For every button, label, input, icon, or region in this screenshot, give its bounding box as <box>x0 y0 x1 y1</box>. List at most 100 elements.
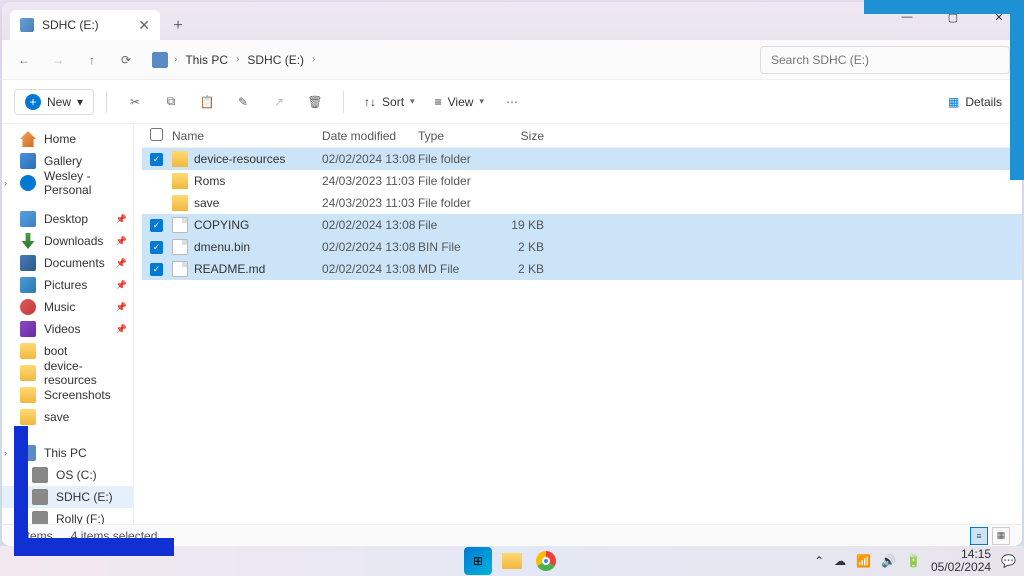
details-view-icon[interactable]: ≡ <box>970 527 988 545</box>
file-size: 2 KB <box>496 240 544 254</box>
file-row[interactable]: ✓COPYING02/02/2024 13:08File19 KB <box>142 214 1022 236</box>
paste-icon[interactable]: 📋 <box>191 86 223 118</box>
pin-icon: 📌 <box>116 302 127 313</box>
file-type: File folder <box>418 174 496 188</box>
chrome-app-icon[interactable] <box>532 547 560 575</box>
chevron-right-icon: › <box>174 54 177 65</box>
battery-icon[interactable]: 🔋 <box>906 554 921 568</box>
up-button[interactable]: ↑ <box>76 44 108 76</box>
file-type: File <box>418 218 496 232</box>
column-date[interactable]: Date modified <box>322 129 418 143</box>
chevron-right-icon: › <box>236 54 239 65</box>
sidebar-item-label: Desktop <box>44 212 88 226</box>
view-button[interactable]: ≡ View ▾ <box>427 91 492 113</box>
pin-icon: 📌 <box>116 280 127 291</box>
row-checkbox[interactable]: ✓ <box>150 241 172 254</box>
breadcrumb[interactable]: › This PC › SDHC (E:) › <box>152 49 758 71</box>
sidebar-item[interactable]: Music📌 <box>2 296 133 318</box>
breadcrumb-segment[interactable]: SDHC (E:) <box>245 49 306 71</box>
icons-view-icon[interactable]: ▦ <box>992 527 1010 545</box>
file-icon <box>172 261 188 277</box>
folder-icon <box>172 151 188 167</box>
separator <box>106 91 107 113</box>
system-tray[interactable]: ⌃ ☁ 📶 🔊 🔋 14:15 05/02/2024 💬 <box>814 548 1016 574</box>
file-name: device-resources <box>194 152 285 166</box>
sort-button[interactable]: ↑↓ Sort ▾ <box>356 91 423 113</box>
sidebar-item[interactable]: save <box>2 406 133 428</box>
file-list: Name Date modified Type Size ✓ device-res… <box>142 124 1022 524</box>
clock[interactable]: 14:15 05/02/2024 <box>931 548 991 574</box>
pin-icon: 📌 <box>116 214 127 225</box>
chevron-down-icon: ▾ <box>410 96 415 107</box>
notifications-icon[interactable]: 💬 <box>1001 554 1016 568</box>
sidebar-item[interactable]: Home <box>2 128 133 150</box>
browser-tab[interactable]: SDHC (E:) ✕ <box>10 10 160 40</box>
volume-icon[interactable]: 🔊 <box>881 554 896 568</box>
forward-button[interactable]: → <box>42 44 74 76</box>
plus-icon: + <box>25 94 41 110</box>
pin-icon: 📌 <box>116 236 127 247</box>
pics-icon <box>20 277 36 293</box>
more-icon[interactable]: ⋯ <box>496 86 528 118</box>
chevron-right-icon[interactable]: › <box>4 178 7 188</box>
folder-icon <box>172 195 188 211</box>
file-icon <box>172 217 188 233</box>
row-checkbox[interactable]: ✓ <box>150 153 172 166</box>
refresh-button[interactable]: ⟳ <box>110 44 142 76</box>
column-size[interactable]: Size <box>496 129 544 143</box>
cut-icon[interactable]: ✂ <box>119 86 151 118</box>
folder-icon <box>20 409 36 425</box>
onedrive-icon[interactable]: ☁ <box>834 554 846 568</box>
file-date: 02/02/2024 13:08 <box>322 218 418 232</box>
explorer-app-icon[interactable] <box>498 547 526 575</box>
folder-icon <box>172 173 188 189</box>
down-icon <box>20 233 36 249</box>
start-button[interactable]: ⊞ <box>464 547 492 575</box>
separator <box>343 91 344 113</box>
delete-icon[interactable]: 🗑 <box>299 86 331 118</box>
video-icon <box>20 321 36 337</box>
new-tab-button[interactable]: + <box>164 12 192 40</box>
column-name[interactable]: Name <box>172 129 322 143</box>
sidebar-item[interactable]: Pictures 📌 <box>2 274 133 296</box>
file-row[interactable]: ✓dmenu.bin02/02/2024 13:08BIN File2 KB <box>142 236 1022 258</box>
select-all-checkbox[interactable] <box>150 128 163 141</box>
close-tab-icon[interactable]: ✕ <box>138 17 150 34</box>
home-icon <box>20 131 36 147</box>
sidebar-item-label: Wesley - Personal <box>44 169 125 197</box>
file-row[interactable]: save24/03/2023 11:03File folder <box>142 192 1022 214</box>
breadcrumb-segment[interactable]: This PC <box>183 49 230 71</box>
wifi-icon[interactable]: 📶 <box>856 554 871 568</box>
new-button[interactable]: + New ▾ <box>14 89 94 115</box>
file-type: File folder <box>418 152 496 166</box>
music-icon <box>20 299 36 315</box>
folder-icon <box>20 343 36 359</box>
file-type: MD File <box>418 262 496 276</box>
back-button[interactable]: ← <box>8 44 40 76</box>
sort-icon: ↑↓ <box>364 95 376 109</box>
sidebar-item-label: Downloads <box>44 234 103 248</box>
share-icon[interactable]: ↗ <box>263 86 295 118</box>
rename-icon[interactable]: ✎ <box>227 86 259 118</box>
row-checkbox[interactable]: ✓ <box>150 263 172 276</box>
row-checkbox[interactable]: ✓ <box>150 219 172 232</box>
chevron-right-icon[interactable]: › <box>4 448 7 458</box>
overlay-marker <box>864 0 1024 180</box>
file-size: 2 KB <box>496 262 544 276</box>
sidebar-item[interactable]: Screenshots <box>2 384 133 406</box>
copy-icon[interactable]: ⧉ <box>155 86 187 118</box>
sidebar-item-label: Pictures <box>44 278 87 292</box>
sidebar-item[interactable]: Desktop 📌 <box>2 208 133 230</box>
sidebar-item[interactable]: Downloads 📌 <box>2 230 133 252</box>
sidebar-item-label: Documents <box>44 256 105 270</box>
drive-icon <box>20 18 34 32</box>
overlay-marker <box>14 426 174 556</box>
column-type[interactable]: Type <box>418 129 496 143</box>
sidebar-item[interactable]: Documents📌 <box>2 252 133 274</box>
sidebar-item[interactable]: Videos📌 <box>2 318 133 340</box>
sidebar-item-label: Screenshots <box>44 388 111 402</box>
chevron-up-icon[interactable]: ⌃ <box>814 554 824 568</box>
sidebar-item[interactable]: device-resources <box>2 362 133 384</box>
file-row[interactable]: ✓README.md02/02/2024 13:08MD File2 KB <box>142 258 1022 280</box>
sidebar-item[interactable]: › Wesley - Personal <box>2 172 133 194</box>
